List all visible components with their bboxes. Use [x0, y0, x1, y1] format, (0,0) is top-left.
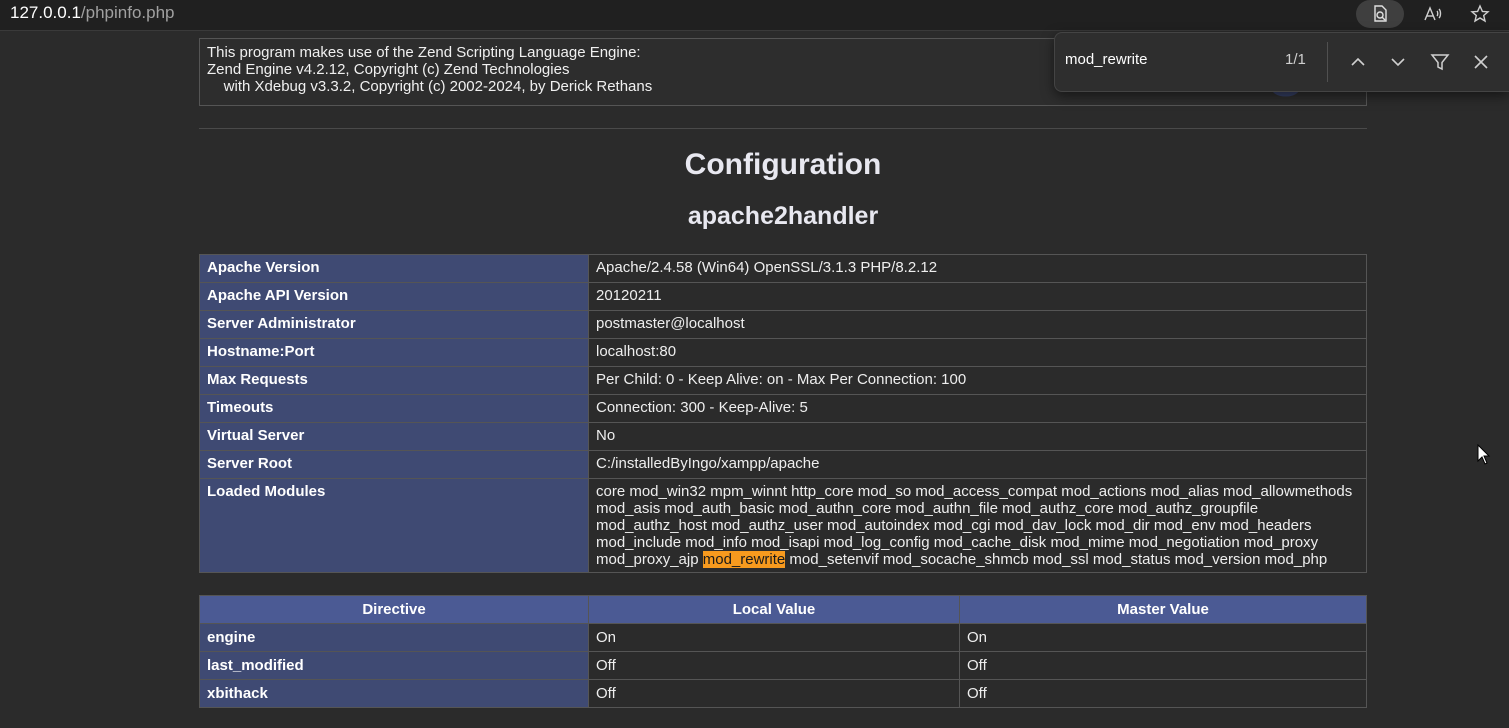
- page-title: Configuration: [684, 148, 882, 181]
- table-header-row: Directive Local Value Master Value: [199, 595, 1367, 624]
- find-input[interactable]: mod_rewrite: [1065, 51, 1148, 68]
- local-value: On: [588, 623, 960, 652]
- row-key: Virtual Server: [199, 422, 589, 451]
- divider: [1327, 42, 1328, 82]
- find-result-count: 1/1: [1285, 51, 1306, 68]
- page-search-icon: [1374, 5, 1387, 22]
- row-value: 20120211: [588, 282, 1367, 311]
- section-title: apache2handler: [687, 202, 879, 230]
- loaded-modules-value: core mod_win32 mpm_winnt http_core mod_s…: [588, 478, 1367, 573]
- column-header: Directive: [199, 595, 589, 624]
- row-key: Server Root: [199, 450, 589, 479]
- row-key: Max Requests: [199, 366, 589, 395]
- table-row: last_modified Off Off: [199, 651, 1367, 680]
- close-find-button[interactable]: [1468, 49, 1494, 75]
- url-path: /phpinfo.php: [80, 3, 175, 22]
- table-row-loaded-modules: Loaded Modules core mod_win32 mpm_winnt …: [199, 478, 1367, 573]
- master-value: Off: [959, 679, 1367, 708]
- table-row: Max Requests Per Child: 0 - Keep Alive: …: [199, 366, 1367, 395]
- url-host: 127.0.0.1: [10, 3, 81, 22]
- page-search-button[interactable]: [1356, 0, 1404, 28]
- read-aloud-icon: [1424, 6, 1442, 21]
- modules-line: mod_include mod_info mod_isapi mod_log_c…: [596, 534, 1319, 551]
- local-value: Off: [588, 679, 960, 708]
- directive-name: last_modified: [199, 651, 589, 680]
- column-header: Local Value: [588, 595, 960, 624]
- modules-text: mod_setenvif mod_socache_shmcb mod_ssl m…: [785, 551, 1328, 568]
- column-header: Master Value: [959, 595, 1367, 624]
- mouse-cursor-icon: [1477, 444, 1491, 465]
- table-row: Server Root C:/installedByIngo/xampp/apa…: [199, 450, 1367, 479]
- chevron-up-icon: [1351, 57, 1365, 66]
- row-value: postmaster@localhost: [588, 310, 1367, 339]
- filter-button[interactable]: [1427, 49, 1453, 75]
- row-key: Hostname:Port: [199, 338, 589, 367]
- local-value: Off: [588, 651, 960, 680]
- row-value: C:/installedByIngo/xampp/apache: [588, 450, 1367, 479]
- modules-text: mod_proxy_ajp: [596, 551, 703, 568]
- divider: [199, 128, 1367, 129]
- address-bar[interactable]: 127.0.0.1/phpinfo.php: [10, 2, 175, 24]
- favorite-star-icon: [1470, 4, 1490, 23]
- table-row: Virtual Server No: [199, 422, 1367, 451]
- table-row: Apache Version Apache/2.4.58 (Win64) Ope…: [199, 254, 1367, 283]
- row-value: Apache/2.4.58 (Win64) OpenSSL/3.1.3 PHP/…: [588, 254, 1367, 283]
- table-row: xbithack Off Off: [199, 679, 1367, 708]
- apache-info-table: Apache Version Apache/2.4.58 (Win64) Ope…: [199, 254, 1367, 573]
- find-match-highlight: mod_rewrite: [702, 551, 786, 568]
- table-row: Timeouts Connection: 300 - Keep-Alive: 5: [199, 394, 1367, 423]
- modules-line: mod_asis mod_auth_basic mod_authn_core m…: [596, 500, 1259, 517]
- directive-name: xbithack: [199, 679, 589, 708]
- filter-icon: [1430, 54, 1450, 71]
- table-row: Apache API Version 20120211: [199, 282, 1367, 311]
- table-row: Hostname:Port localhost:80: [199, 338, 1367, 367]
- table-row: Server Administrator postmaster@localhos…: [199, 310, 1367, 339]
- row-value: Per Child: 0 - Keep Alive: on - Max Per …: [588, 366, 1367, 395]
- favorite-button[interactable]: [1458, 0, 1502, 28]
- row-key: Apache Version: [199, 254, 589, 283]
- modules-line: mod_proxy_ajp mod_rewrite mod_setenvif m…: [596, 551, 1359, 568]
- next-match-button[interactable]: [1385, 49, 1411, 75]
- master-value: On: [959, 623, 1367, 652]
- read-aloud-button[interactable]: [1410, 0, 1454, 28]
- find-in-page-bar: mod_rewrite 1/1: [1054, 32, 1509, 92]
- row-value: Connection: 300 - Keep-Alive: 5: [588, 394, 1367, 423]
- close-icon: [1474, 55, 1488, 69]
- master-value: Off: [959, 651, 1367, 680]
- chevron-down-icon: [1391, 58, 1405, 67]
- previous-match-button[interactable]: [1345, 49, 1371, 75]
- row-value: No: [588, 422, 1367, 451]
- table-row: engine On On: [199, 623, 1367, 652]
- row-key: Server Administrator: [199, 310, 589, 339]
- directive-name: engine: [199, 623, 589, 652]
- row-key: Timeouts: [199, 394, 589, 423]
- modules-line: core mod_win32 mpm_winnt http_core mod_s…: [596, 483, 1353, 500]
- row-key: Loaded Modules: [199, 478, 589, 573]
- directive-table: Directive Local Value Master Value engin…: [199, 595, 1367, 708]
- row-value: localhost:80: [588, 338, 1367, 367]
- row-key: Apache API Version: [199, 282, 589, 311]
- modules-line: mod_authz_host mod_authz_user mod_autoin…: [596, 517, 1312, 534]
